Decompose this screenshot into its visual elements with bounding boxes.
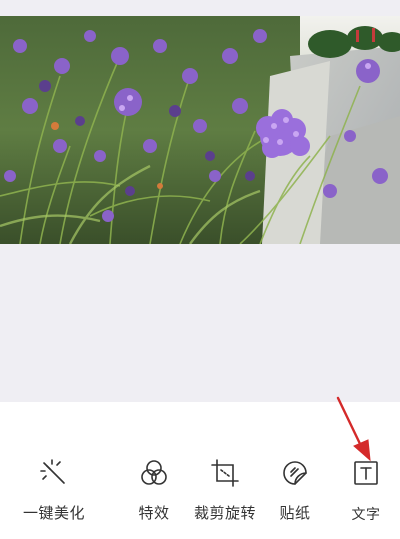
top-strip bbox=[0, 0, 400, 16]
tool-label: 裁剪旋转 bbox=[193, 504, 256, 522]
tool-label: 特效 bbox=[138, 504, 170, 522]
magic-wand-icon bbox=[40, 459, 65, 484]
sticker-icon bbox=[283, 461, 307, 485]
photo-preview bbox=[0, 16, 400, 244]
tool-text[interactable]: 文字 bbox=[344, 458, 388, 528]
tool-one-click-beautify[interactable]: 一键美化 bbox=[21, 458, 87, 528]
edit-toolbar: 一键美化 特效 裁剪旋转 贴纸 文字 bbox=[0, 402, 400, 539]
tool-label: 文字 bbox=[351, 507, 381, 523]
canvas-blank-area bbox=[0, 244, 400, 402]
tool-crop-rotate[interactable]: 裁剪旋转 bbox=[190, 458, 260, 528]
effects-circles-icon bbox=[141, 460, 167, 485]
tool-sticker[interactable]: 贴纸 bbox=[273, 458, 317, 528]
text-icon bbox=[354, 461, 378, 485]
tool-effects[interactable]: 特效 bbox=[132, 458, 176, 528]
tool-label: 一键美化 bbox=[22, 504, 85, 522]
crop-rotate-icon bbox=[211, 459, 239, 487]
tool-label: 贴纸 bbox=[279, 504, 311, 522]
